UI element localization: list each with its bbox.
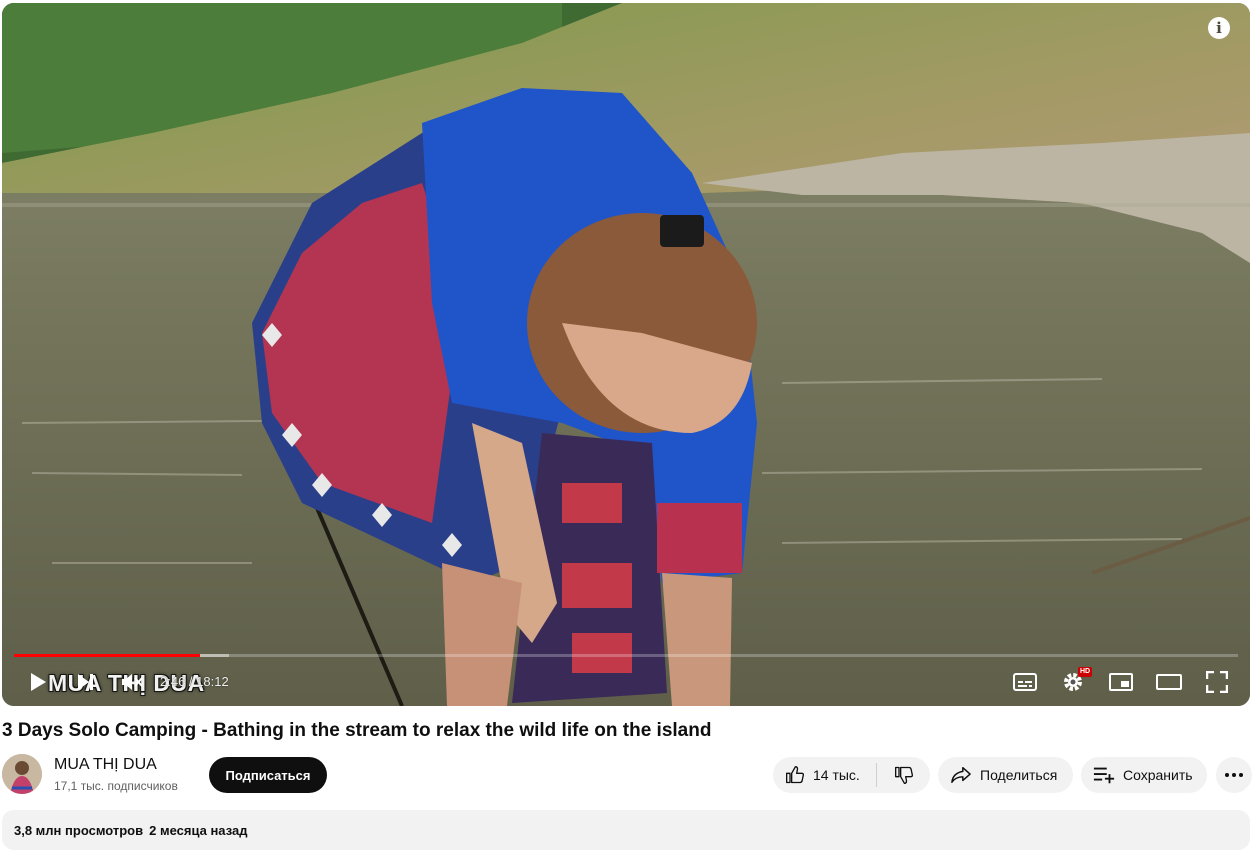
current-time: 2:46 [160,674,186,689]
theater-mode-button[interactable] [1154,667,1184,697]
video-player[interactable]: i MUA THỊ DUA 2:46 / 18:12 HD [2,3,1250,706]
like-dislike-group: 14 тыс. [773,757,930,793]
hd-badge: HD [1078,667,1093,677]
next-icon [78,674,93,690]
fullscreen-button[interactable] [1202,667,1232,697]
video-title: 3 Days Solo Camping - Bathing in the str… [2,720,712,741]
thumbs-down-icon [894,766,913,784]
publish-date: 2 месяца назад [149,823,248,838]
more-actions-button[interactable] [1216,757,1252,793]
info-icon[interactable]: i [1208,17,1230,39]
subscribe-button[interactable]: Подписаться [209,757,327,793]
share-button[interactable]: Поделиться [938,757,1073,793]
avatar-image [2,754,42,794]
fullscreen-icon [1206,671,1228,693]
thumbs-up-icon [786,766,805,784]
theater-mode-icon [1156,674,1182,690]
like-button[interactable]: 14 тыс. [773,763,877,787]
next-button[interactable] [72,667,100,697]
save-button[interactable]: Сохранить [1081,757,1207,793]
like-count: 14 тыс. [813,767,860,783]
description-box[interactable]: 3,8 млн просмотров 2 месяца назад [2,810,1250,850]
play-icon [31,673,46,691]
mute-button[interactable] [118,667,146,697]
video-frame [2,3,1250,706]
time-separator: / [185,674,197,689]
time-display: 2:46 / 18:12 [160,674,229,689]
play-button[interactable] [24,667,52,697]
miniplayer-button[interactable] [1106,667,1136,697]
progress-played [14,654,201,657]
dislike-button[interactable] [877,757,930,793]
miniplayer-icon [1109,673,1133,691]
subtitles-button[interactable] [1010,667,1040,697]
view-info: 3,8 млн просмотров 2 месяца назад [14,823,247,838]
channel-avatar[interactable] [2,754,42,794]
share-icon [951,767,971,783]
more-horizontal-icon [1225,773,1243,777]
mute-icon [122,674,143,690]
save-playlist-icon [1093,767,1115,784]
subscriber-count: 17,1 тыс. подписчиков [54,779,178,793]
view-count: 3,8 млн просмотров [14,823,144,838]
duration: 18:12 [196,674,229,689]
subtitles-icon [1013,673,1037,691]
share-label: Поделиться [980,767,1058,783]
save-label: Сохранить [1123,767,1193,783]
progress-bar[interactable] [14,654,1238,657]
channel-name[interactable]: MUA THỊ DUA [54,756,157,774]
